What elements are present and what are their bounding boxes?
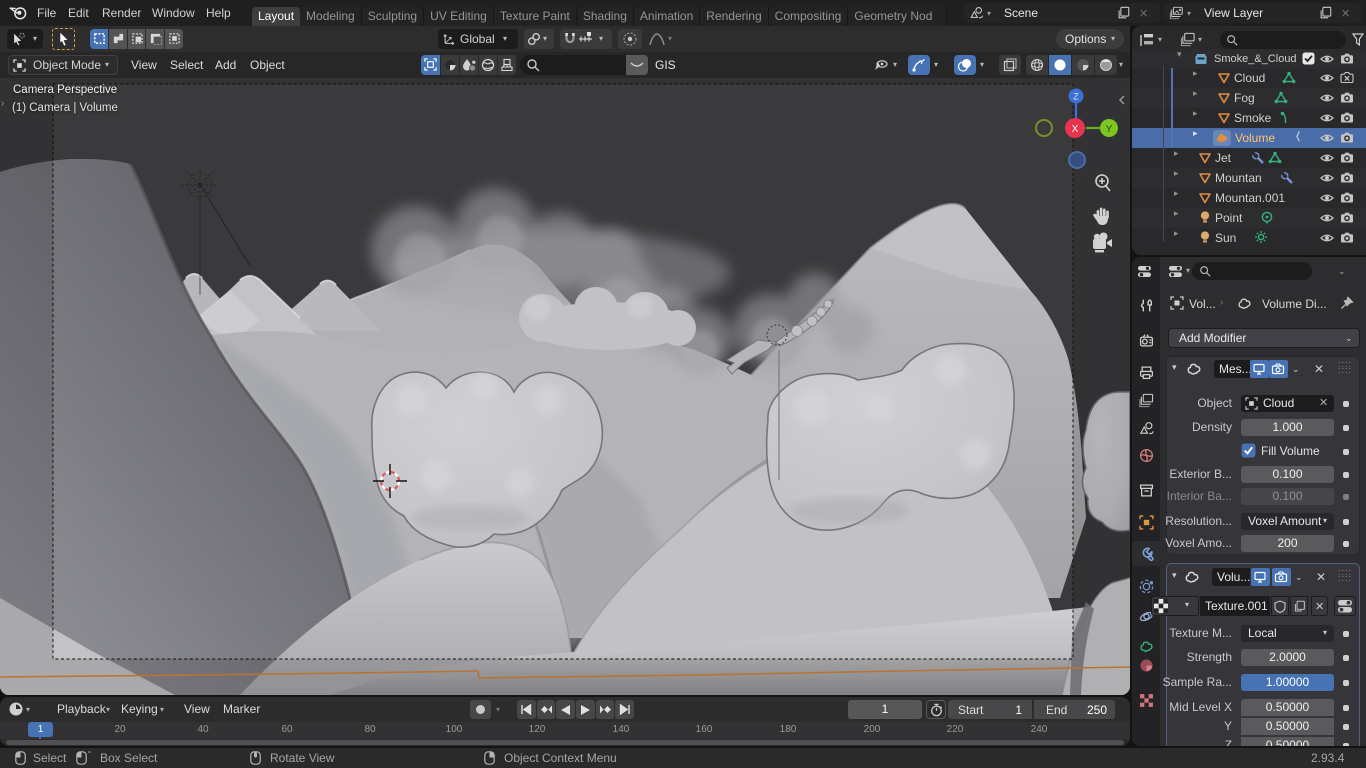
svg-text:Y: Y bbox=[1106, 124, 1113, 135]
svg-text:Z: Z bbox=[1073, 92, 1079, 102]
svg-text:X: X bbox=[1072, 124, 1079, 135]
